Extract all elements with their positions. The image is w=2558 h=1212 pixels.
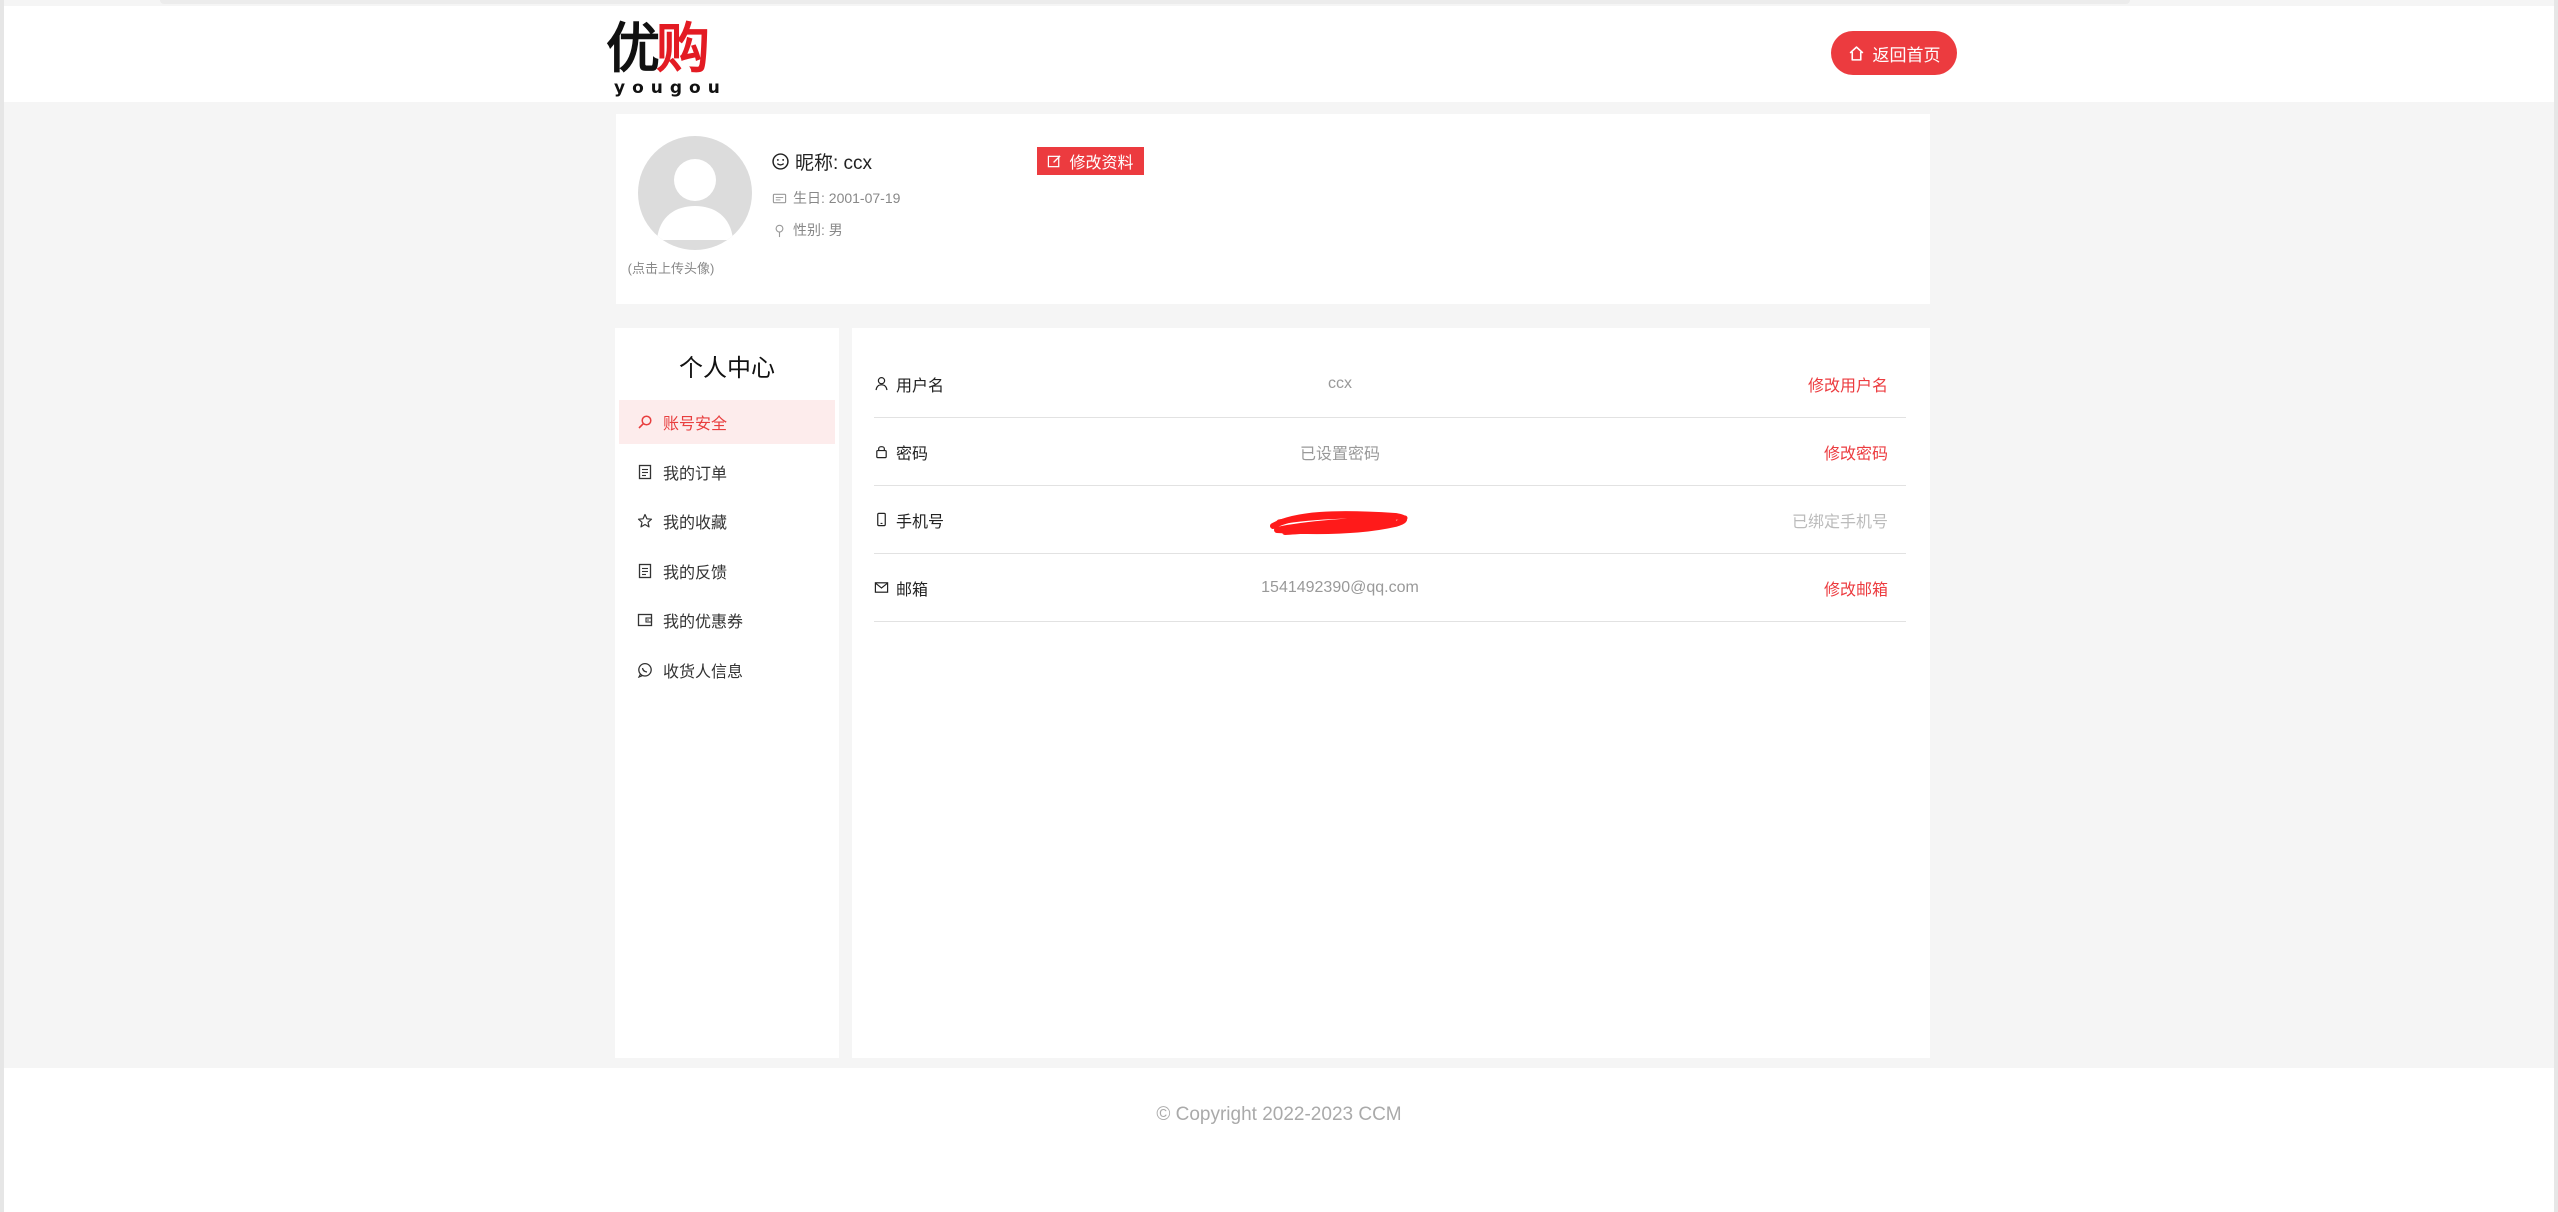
search-icon: [638, 415, 652, 429]
password-value: 已设置密码: [1299, 445, 1380, 463]
email-value: 1541492390@qq.com: [1261, 578, 1419, 596]
sidebar-item-label: 收货人信息: [663, 664, 744, 681]
change-username-link[interactable]: 修改用户名: [1808, 350, 1888, 417]
back-home-label: 返回首页: [1872, 45, 1941, 65]
gender: 性别: 男: [772, 220, 843, 240]
birthday: 生日: 2001-07-19: [772, 188, 900, 208]
window-border-left: [0, 0, 4, 1212]
account-security-panel: 用户名 ccx 修改用户名 密码 已设置密码 修改密码 手机号 已绑定手机号 邮…: [852, 328, 1930, 1058]
id-card-icon: [772, 193, 787, 203]
gender-text: 性别: 男: [793, 222, 843, 238]
edit-icon: [1048, 154, 1062, 167]
phone-icon: [877, 512, 886, 527]
lock-icon: [876, 446, 887, 459]
email-label: 邮箱: [896, 581, 929, 599]
location-pin-icon: [775, 224, 784, 237]
nickname-text: 昵称: ccx: [795, 153, 873, 174]
sidebar-item-my-coupons[interactable]: 我的优惠券: [619, 598, 835, 642]
profile-card: [616, 114, 1930, 304]
sidebar-item-label: 我的订单: [663, 466, 728, 483]
logo-subtitle: yougou: [614, 78, 727, 98]
mail-icon: [874, 582, 889, 593]
sidebar-item-label: 账号安全: [663, 416, 728, 433]
email-row: 邮箱 1541492390@qq.com 修改邮箱: [874, 554, 1906, 622]
phone-bound-status: 已绑定手机号: [1791, 513, 1888, 531]
nickname: 昵称: ccx: [772, 148, 872, 175]
username-label: 用户名: [896, 377, 945, 395]
username-value: ccx: [1328, 374, 1352, 392]
change-email-link[interactable]: 修改邮箱: [1824, 554, 1888, 621]
sidebar-item-my-favorites[interactable]: 我的收藏: [619, 499, 835, 543]
sidebar-item-my-feedback[interactable]: 我的反馈: [619, 549, 835, 593]
edit-profile-button[interactable]: 修改资料: [1037, 147, 1144, 175]
edit-profile-label: 修改资料: [1069, 155, 1134, 172]
sidebar-item-consignee-info[interactable]: 收货人信息: [619, 648, 835, 692]
birthday-text: 生日: 2001-07-19: [793, 190, 901, 206]
top-strip: [160, 0, 2130, 4]
document-icon: [638, 563, 652, 579]
star-icon: [637, 513, 653, 528]
home-icon: [1849, 45, 1863, 61]
sidebar-title: 个人中心: [679, 355, 775, 382]
password-label: 密码: [896, 445, 929, 463]
sidebar-item-my-orders[interactable]: 我的订单: [619, 450, 835, 494]
phone-label: 手机号: [896, 513, 945, 531]
user-center-sidebar: 个人中心 账号安全 我的订单 我的收藏 我的反馈 我的优惠券 收货人信息: [615, 328, 839, 1058]
copyright-text: © Copyright 2022-2023 CCM: [1156, 1104, 1402, 1125]
yougou-logo[interactable]: 优购 yougou: [606, 18, 726, 98]
change-password-link[interactable]: 修改密码: [1824, 418, 1888, 485]
avatar[interactable]: [638, 136, 752, 250]
redaction-scribble: [1270, 510, 1408, 535]
sidebar-item-label: 我的优惠券: [663, 614, 744, 631]
smile-icon: [772, 153, 789, 170]
username-row: 用户名 ccx 修改用户名: [874, 350, 1906, 418]
wallet-icon: [637, 613, 653, 627]
avatar-upload-hint: (点击上传头像): [627, 261, 715, 276]
logo-char-1: 优: [606, 16, 660, 80]
sidebar-item-account-security[interactable]: 账号安全: [619, 400, 835, 444]
document-icon: [638, 464, 652, 480]
site-header: 优购 yougou 返回首页: [4, 6, 2554, 102]
password-row: 密码 已设置密码 修改密码: [874, 418, 1906, 486]
window-border-right: [2554, 0, 2558, 1212]
logo-char-2: 购: [656, 16, 710, 80]
back-home-button[interactable]: 返回首页: [1831, 31, 1957, 75]
default-avatar-icon: [657, 159, 733, 240]
sidebar-item-label: 我的收藏: [663, 515, 728, 532]
phone-value-redacted: [1174, 486, 1506, 553]
user-icon: [875, 376, 888, 391]
phone-row: 手机号 已绑定手机号: [874, 486, 1906, 554]
chat-icon: [637, 662, 652, 678]
sidebar-item-label: 我的反馈: [663, 565, 728, 582]
site-footer: © Copyright 2022-2023 CCM: [4, 1068, 2554, 1212]
